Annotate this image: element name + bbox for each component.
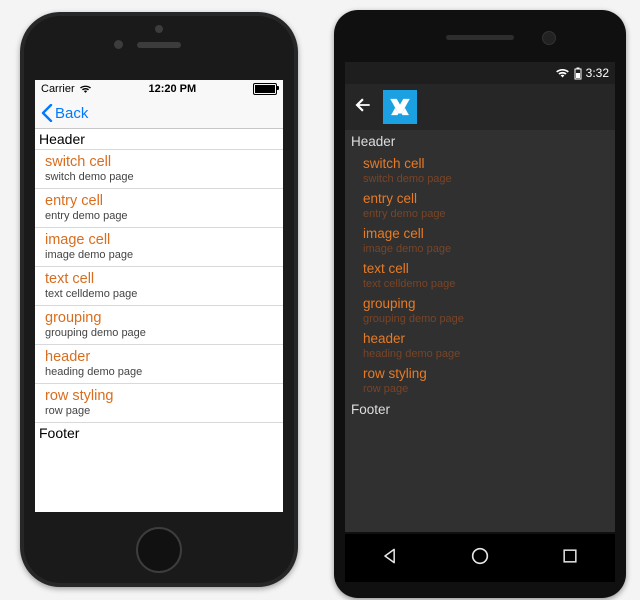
list-item[interactable]: switch cellswitch demo page [35,149,283,188]
list-item-detail: image demo page [363,242,615,256]
android-clock: 3:32 [586,66,609,80]
battery-icon [574,67,582,80]
triangle-back-icon [380,546,400,566]
list-item-title: image cell [363,225,615,242]
list-item-title: text cell [363,260,615,277]
list-item-title: image cell [45,232,283,249]
list-item-detail: row page [45,405,283,418]
list-item-title: grouping [45,310,283,327]
iphone-screen: Carrier 12:20 PM Back Header switch c [35,80,283,512]
iphone-speaker-icon [137,42,181,48]
list-item[interactable]: entry cellentry demo page [35,188,283,227]
android-list-footer: Footer [345,398,615,421]
android-camera-icon [542,31,556,45]
square-recents-icon [560,546,580,566]
list-item-detail: grouping demo page [45,327,283,340]
list-item[interactable]: headerheading demo page [35,344,283,383]
list-item-title: entry cell [363,190,615,207]
list-item-detail: heading demo page [363,347,615,361]
list-item-detail: row page [363,382,615,396]
list-item[interactable]: row stylingrow page [35,383,283,422]
back-button[interactable] [353,95,373,120]
list-item[interactable]: text celltext celldemo page [35,266,283,305]
android-back-button[interactable] [380,546,400,571]
list-item-title: text cell [45,271,283,288]
list-item[interactable]: row stylingrow page [345,363,615,398]
android-device: 3:32 Header switch cellswitch demo pagee… [334,10,626,598]
circle-home-icon [469,545,491,567]
ios-list-footer: Footer [35,423,283,443]
list-item-detail: switch demo page [45,171,283,184]
android-speaker-icon [446,35,514,40]
back-button[interactable]: Back [41,104,88,122]
arrow-left-icon [353,95,373,115]
list-item-detail: grouping demo page [363,312,615,326]
list-item[interactable]: headerheading demo page [345,328,615,363]
iphone-home-button[interactable] [136,527,182,573]
android-list-header: Header [345,130,615,153]
ios-nav-bar: Back [35,98,283,129]
ios-list-header: Header [35,129,283,149]
iphone-sensor-icon [114,40,123,49]
list-item-detail: text celldemo page [363,277,615,291]
list-item-title: switch cell [363,155,615,172]
ios-clock: 12:20 PM [92,83,253,95]
list-item-title: row styling [363,365,615,382]
android-app-bar [345,84,615,130]
list-item-title: header [45,349,283,366]
android-status-bar: 3:32 [345,62,615,84]
chevron-left-icon [41,104,53,122]
list-item[interactable]: text celltext celldemo page [345,258,615,293]
ios-status-bar: Carrier 12:20 PM [35,80,283,98]
iphone-camera-icon [155,25,163,33]
list-item-detail: text celldemo page [45,288,283,301]
android-home-button[interactable] [469,545,491,572]
list-item-title: switch cell [45,154,283,171]
list-item-title: header [363,330,615,347]
list-item-title: row styling [45,388,283,405]
list-item-detail: switch demo page [363,172,615,186]
android-list: switch cellswitch demo pageentry cellent… [345,153,615,398]
wifi-icon [555,67,570,79]
list-item-title: grouping [363,295,615,312]
list-item[interactable]: groupinggrouping demo page [35,305,283,344]
list-item[interactable]: entry cellentry demo page [345,188,615,223]
android-screen: 3:32 Header switch cellswitch demo pagee… [345,62,615,532]
android-recents-button[interactable] [560,546,580,571]
battery-icon [253,83,277,95]
ios-carrier-label: Carrier [41,83,75,95]
list-item-detail: entry demo page [45,210,283,223]
wifi-icon [79,84,92,94]
list-item[interactable]: switch cellswitch demo page [345,153,615,188]
list-item-detail: entry demo page [363,207,615,221]
list-item[interactable]: image cellimage demo page [345,223,615,258]
list-item-detail: heading demo page [45,366,283,379]
ios-list: switch cellswitch demo pageentry cellent… [35,149,283,423]
list-item-title: entry cell [45,193,283,210]
android-nav-bar [345,534,615,582]
list-item[interactable]: image cellimage demo page [35,227,283,266]
iphone-device: Carrier 12:20 PM Back Header switch c [20,12,298,587]
app-logo-icon [383,90,417,124]
list-item[interactable]: groupinggrouping demo page [345,293,615,328]
back-label: Back [55,105,88,122]
list-item-detail: image demo page [45,249,283,262]
